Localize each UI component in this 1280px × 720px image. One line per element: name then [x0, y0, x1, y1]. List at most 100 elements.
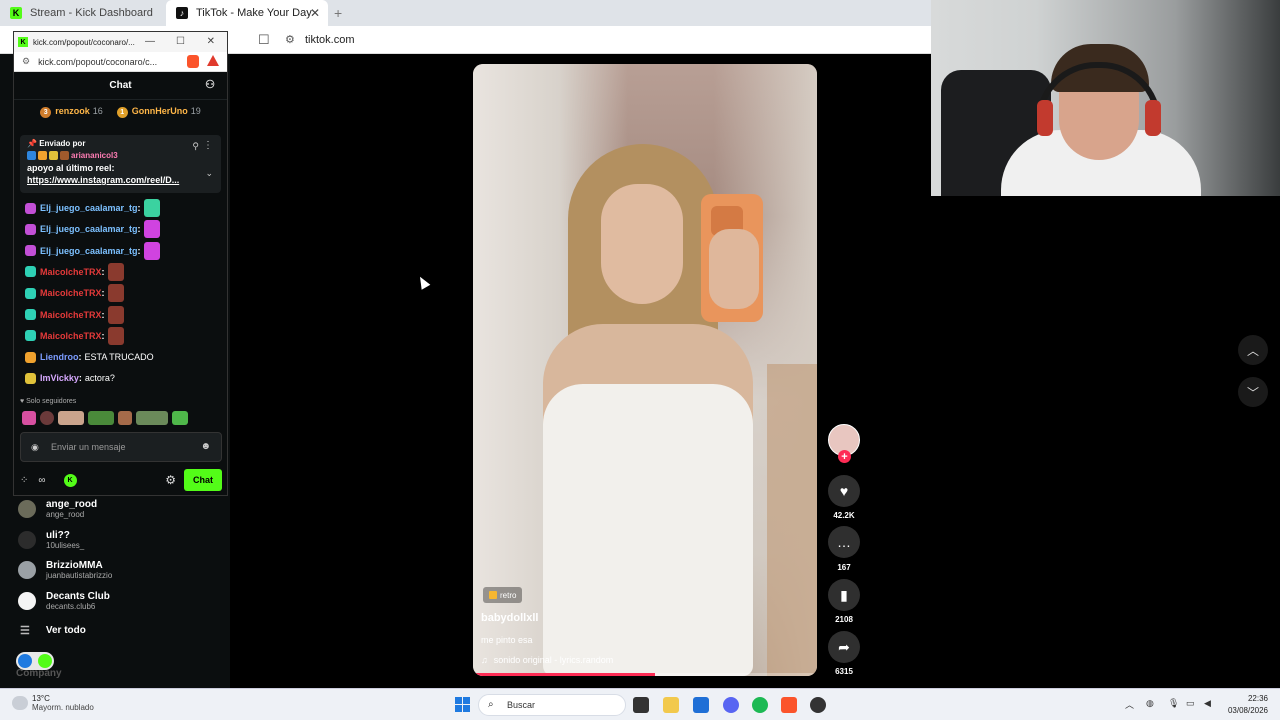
monitor-icon[interactable]: ▭	[1186, 698, 1195, 709]
leader-item[interactable]: 1 GonnHerUno 19	[116, 106, 201, 118]
video-username[interactable]: babydollxll	[481, 612, 538, 624]
unpin-icon[interactable]: ⚲	[192, 141, 199, 152]
emote[interactable]	[22, 411, 36, 425]
send-chat-button[interactable]: Chat	[184, 469, 222, 491]
chat-emote[interactable]	[107, 305, 124, 324]
like-count: 42.2K	[833, 511, 855, 520]
video-face	[601, 184, 683, 304]
chat-emote[interactable]	[107, 262, 124, 281]
following-item[interactable]: uli?? 10ulisees_	[18, 526, 84, 554]
maximize-icon[interactable]: ☐	[176, 36, 185, 47]
chat-input[interactable]: ◉ Enviar un mensaje ☻	[20, 432, 222, 462]
tab-kick-dashboard[interactable]: K Stream - Kick Dashboard	[0, 0, 166, 26]
network-icon[interactable]: ◍	[1146, 698, 1154, 709]
emoji-icon[interactable]: ☻	[200, 441, 211, 452]
emote[interactable]	[40, 411, 54, 425]
warning-icon[interactable]	[207, 55, 219, 66]
points-icon[interactable]: ⁘	[20, 475, 28, 486]
chat-username[interactable]: MaicolcheTRX	[40, 331, 102, 341]
share-button[interactable]: ➦	[828, 631, 860, 663]
chat-username[interactable]: Elj_juego_caalamar_tg	[40, 246, 138, 256]
chat-message: Elj_juego_caalamar_tg:	[25, 219, 160, 239]
following-item[interactable]: ange_rood ange_rood	[18, 495, 97, 523]
video-progress[interactable]	[473, 673, 817, 676]
chat-emote[interactable]	[107, 284, 124, 303]
chat-username[interactable]: MaicolcheTRX	[40, 267, 102, 277]
emote[interactable]	[172, 411, 188, 425]
more-options-icon[interactable]: ⋮	[203, 140, 213, 151]
popup-url[interactable]: kick.com/popout/coconaro/c...	[38, 57, 157, 67]
badge-icon	[27, 151, 36, 160]
previous-video-button[interactable]: ︿	[1238, 335, 1268, 365]
colon-separator: :	[101, 330, 105, 341]
avatar	[18, 531, 36, 549]
emote[interactable]	[136, 411, 168, 425]
chat-emote[interactable]	[143, 241, 160, 260]
chat-emote[interactable]	[107, 326, 124, 345]
chat-emote[interactable]	[143, 199, 160, 217]
like-button[interactable]: ♥	[828, 475, 860, 507]
app-icon	[38, 654, 52, 668]
brave-icon[interactable]	[781, 697, 797, 713]
comment-button[interactable]: …	[828, 526, 860, 558]
tray-expand-icon[interactable]: ︿	[1125, 698, 1134, 711]
badge-icon	[25, 309, 36, 320]
video-sound[interactable]: ♫ sonido original - lyrics.random	[481, 655, 613, 665]
bookmark-icon[interactable]: ☐	[258, 32, 270, 48]
volume-icon[interactable]: ◀	[1204, 698, 1211, 709]
chat-username[interactable]: Liendroo	[40, 352, 79, 362]
task-view-icon[interactable]	[633, 697, 649, 713]
weather-widget[interactable]: 13°C Mayorm. nublado	[12, 694, 94, 712]
see-all-link[interactable]: ☰ Ver todo	[20, 624, 86, 637]
chevron-down-icon[interactable]: ⌄	[205, 168, 213, 179]
close-tab-icon[interactable]: ✕	[310, 6, 320, 20]
emote[interactable]	[88, 411, 114, 425]
obs-icon[interactable]	[810, 697, 826, 713]
badge-icon	[25, 287, 36, 299]
file-explorer-icon[interactable]	[663, 697, 679, 713]
next-video-button[interactable]: ﹀	[1238, 377, 1268, 407]
infinity-icon[interactable]: ∞	[38, 475, 45, 486]
close-icon[interactable]: ✕	[207, 36, 215, 47]
chat-username[interactable]: MaicolcheTRX	[40, 310, 102, 320]
effect-label: retro	[500, 590, 517, 600]
new-tab-icon[interactable]: +	[334, 5, 342, 21]
taskbar-clock[interactable]: 22:36 03/08/2026	[1222, 693, 1268, 717]
site-settings-icon[interactable]: ⚙	[22, 56, 30, 67]
follow-plus-icon[interactable]: +	[838, 450, 851, 463]
pinned-user[interactable]: ariananicol3	[27, 151, 214, 160]
leader-item[interactable]: 3 renzook 16	[40, 106, 103, 118]
tiktok-video[interactable]: retro babydollxll me pinto esa ♫ sonido o…	[473, 64, 817, 676]
taskbar-search[interactable]: ⌕ Buscar	[478, 694, 626, 716]
emote[interactable]	[58, 411, 84, 425]
heart-icon: ♥	[839, 483, 849, 499]
start-button[interactable]	[455, 697, 470, 712]
chat-emote[interactable]	[143, 220, 160, 239]
site-settings-icon[interactable]: ⚙	[285, 33, 295, 46]
video-hand	[709, 229, 759, 309]
chat-username[interactable]: Elj_juego_caalamar_tg	[40, 224, 138, 234]
following-item[interactable]: BrizzioMMA juanbautistabrizzio	[18, 556, 112, 584]
chat-username[interactable]: MaicolcheTRX	[40, 288, 102, 298]
emote[interactable]	[118, 411, 132, 425]
store-icon[interactable]	[693, 697, 709, 713]
colon-separator: :	[78, 373, 82, 384]
pinned-link[interactable]: https://www.instagram.com/reel/D...	[27, 175, 214, 185]
chat-username[interactable]: ImVickky	[40, 373, 79, 383]
pinned-message: 📌 Enviado por ariananicol3 apoyo al últi…	[20, 135, 221, 193]
minimize-icon[interactable]: —	[145, 36, 155, 47]
gear-icon[interactable]: ⚙	[165, 473, 176, 487]
brave-shield-icon[interactable]	[187, 55, 199, 68]
url-text[interactable]: tiktok.com	[305, 34, 355, 46]
discord-icon[interactable]	[723, 697, 739, 713]
following-item[interactable]: Decants Club decants.club6	[18, 587, 110, 615]
chat-username[interactable]: Elj_juego_caalamar_tg	[40, 203, 138, 213]
microphone-icon[interactable]: 🎙	[1168, 698, 1179, 709]
save-button[interactable]: ▮	[828, 579, 860, 611]
users-icon[interactable]: ⚇	[205, 78, 215, 91]
effect-tag[interactable]: retro	[483, 587, 523, 603]
weather-desc: Mayorm. nublado	[32, 703, 94, 712]
spotify-icon[interactable]	[752, 697, 768, 713]
tab-tiktok[interactable]: ♪ TikTok - Make Your Day ✕	[166, 0, 328, 26]
kick-badge-icon[interactable]: K	[63, 473, 77, 487]
